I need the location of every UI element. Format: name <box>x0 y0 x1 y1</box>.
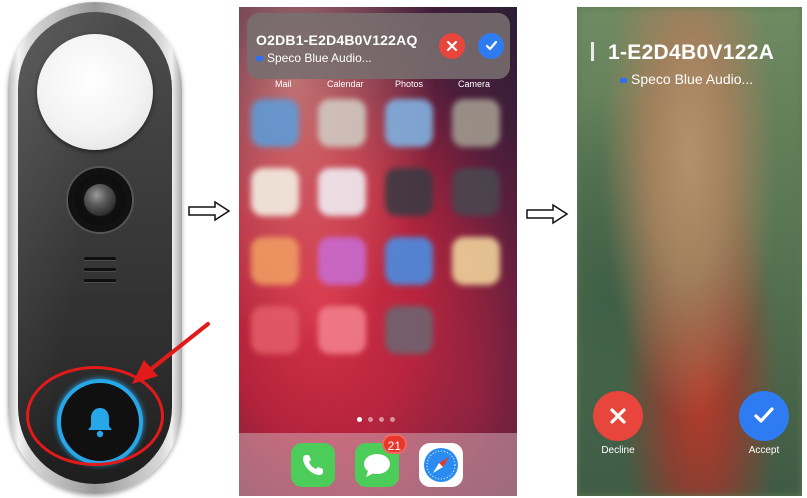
app-tile[interactable] <box>385 306 433 354</box>
decline-label: Decline <box>601 445 635 456</box>
app-tile[interactable] <box>251 306 299 354</box>
messages-icon <box>364 454 390 477</box>
app-tile[interactable] <box>318 168 366 216</box>
app-tile[interactable] <box>251 237 299 285</box>
app-grid <box>251 99 505 354</box>
dock-safari-app[interactable] <box>419 443 463 487</box>
caller-name: 1-E2D4B0V122A <box>591 41 774 65</box>
app-label-photos: Photos <box>395 79 424 89</box>
page-indicator[interactable] <box>357 417 395 423</box>
notification-title: O2DB1-E2D4B0V122AQ <box>256 32 418 48</box>
speaker-grille <box>84 257 116 293</box>
app-label-camera: Camera <box>458 79 491 89</box>
page-dot <box>357 417 362 422</box>
app-tile[interactable] <box>251 99 299 147</box>
safari-icon <box>424 448 458 482</box>
app-tile[interactable] <box>452 99 500 147</box>
flow-arrow-icon <box>188 200 231 222</box>
app-tile[interactable] <box>318 306 366 354</box>
app-icon <box>256 56 263 62</box>
dock: 21 <box>239 433 517 496</box>
page-dot <box>379 417 384 422</box>
caller-subtitle: Speco Blue Audio... <box>620 71 753 87</box>
app-labels-row: Mail Calendar Photos Camera <box>239 79 517 93</box>
decline-button[interactable] <box>439 33 465 59</box>
camera-lens-glass <box>84 184 116 216</box>
app-tile[interactable] <box>452 168 500 216</box>
app-tile[interactable] <box>385 99 433 147</box>
close-icon <box>446 40 458 52</box>
app-tile[interactable] <box>452 237 500 285</box>
dock-messages-app[interactable]: 21 <box>355 434 407 487</box>
app-tile[interactable] <box>385 168 433 216</box>
home-screen: Mail Calendar Photos Camera 21 O2DB1-E2D… <box>239 7 517 496</box>
camera-lens <box>68 168 132 232</box>
app-label-mail: Mail <box>275 79 292 89</box>
checkmark-icon <box>754 407 774 423</box>
decline-call-button[interactable] <box>593 391 643 441</box>
accept-button[interactable] <box>478 33 504 59</box>
notification-badge: 21 <box>381 434 407 454</box>
notification-subtitle: Speco Blue Audio... <box>256 51 372 65</box>
checkmark-icon <box>485 40 497 51</box>
dock-phone-app[interactable] <box>291 443 335 487</box>
title-divider <box>591 42 594 61</box>
pointer-arrow-icon <box>132 322 210 384</box>
app-tile-empty <box>452 306 500 354</box>
phone-icon <box>303 455 323 475</box>
flow-arrow-icon <box>526 203 569 225</box>
close-icon <box>610 408 626 424</box>
accept-call-button[interactable] <box>739 391 789 441</box>
motion-sensor <box>37 34 153 150</box>
page-dot <box>390 417 395 422</box>
app-tile[interactable] <box>385 237 433 285</box>
incoming-call-screen: 1-E2D4B0V122A Speco Blue Audio... Declin… <box>577 7 802 496</box>
app-label-calendar: Calendar <box>327 79 364 89</box>
app-tile[interactable] <box>251 168 299 216</box>
app-tile[interactable] <box>318 237 366 285</box>
accept-label: Accept <box>748 445 780 456</box>
page-dot <box>368 417 373 422</box>
app-tile[interactable] <box>318 99 366 147</box>
app-icon <box>620 77 627 83</box>
incoming-call-notification[interactable]: O2DB1-E2D4B0V122AQ Speco Blue Audio... <box>247 13 510 79</box>
